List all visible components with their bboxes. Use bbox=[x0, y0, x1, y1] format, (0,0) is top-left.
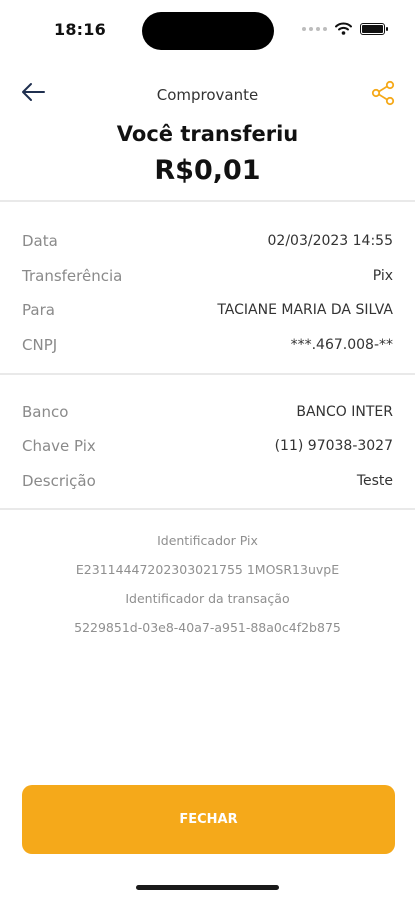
detail-value: (11) 97038-3027 bbox=[274, 438, 393, 454]
share-icon[interactable] bbox=[371, 80, 395, 106]
detail-row-date: Data 02/03/2023 14:55 bbox=[22, 229, 393, 253]
detail-label: Banco bbox=[22, 403, 69, 421]
divider bbox=[0, 200, 415, 202]
detail-label: Data bbox=[22, 232, 58, 250]
nav-title: Comprovante bbox=[156, 86, 259, 104]
transaction-id-label: Identificador da transação bbox=[125, 591, 290, 606]
status-time: 18:16 bbox=[54, 20, 106, 39]
detail-value: 02/03/2023 14:55 bbox=[267, 233, 394, 249]
detail-value: TACIANE MARIA DA SILVA bbox=[217, 302, 393, 318]
detail-row-cnpj: CNPJ ***.467.008-** bbox=[22, 333, 393, 357]
divider bbox=[0, 508, 415, 510]
detail-value: Pix bbox=[372, 268, 393, 284]
detail-row-pix-key: Chave Pix (11) 97038-3027 bbox=[22, 434, 393, 458]
detail-value: Teste bbox=[356, 473, 393, 489]
detail-label: Descrição bbox=[22, 472, 96, 490]
wifi-icon bbox=[335, 22, 352, 35]
nav-bar: Comprovante bbox=[0, 72, 415, 116]
detail-label: CNPJ bbox=[22, 336, 58, 354]
detail-label: Chave Pix bbox=[22, 437, 96, 455]
signal-dots-icon bbox=[302, 26, 327, 31]
detail-row-bank: Banco BANCO INTER bbox=[22, 400, 393, 424]
status-icons bbox=[302, 22, 388, 35]
page-title: Você transferiu bbox=[116, 122, 299, 146]
battery-icon bbox=[360, 22, 388, 35]
status-bar: 18:16 bbox=[0, 0, 415, 60]
pix-id-value: E23114447202303021755 1MOSR13uvpE bbox=[75, 562, 340, 577]
transfer-amount: R$0,01 bbox=[154, 155, 261, 186]
detail-label: Para bbox=[22, 301, 55, 319]
detail-value: BANCO INTER bbox=[296, 404, 393, 420]
detail-row-transfer: Transferência Pix bbox=[22, 264, 393, 288]
detail-row-description: Descrição Teste bbox=[22, 469, 393, 493]
identifiers-block: Identificador Pix E23114447202303021755 … bbox=[0, 532, 415, 648]
transaction-id-value: 5229851d-03e8-40a7-a951-88a0c4f2b875 bbox=[74, 620, 341, 635]
divider bbox=[0, 373, 415, 375]
close-button[interactable]: FECHAR bbox=[22, 785, 395, 854]
pix-id-label: Identificador Pix bbox=[157, 533, 258, 548]
detail-value: ***.467.008-** bbox=[290, 337, 393, 353]
dynamic-island bbox=[142, 12, 274, 50]
detail-row-recipient: Para TACIANE MARIA DA SILVA bbox=[22, 298, 393, 322]
home-indicator bbox=[136, 885, 279, 890]
detail-label: Transferência bbox=[22, 267, 123, 285]
